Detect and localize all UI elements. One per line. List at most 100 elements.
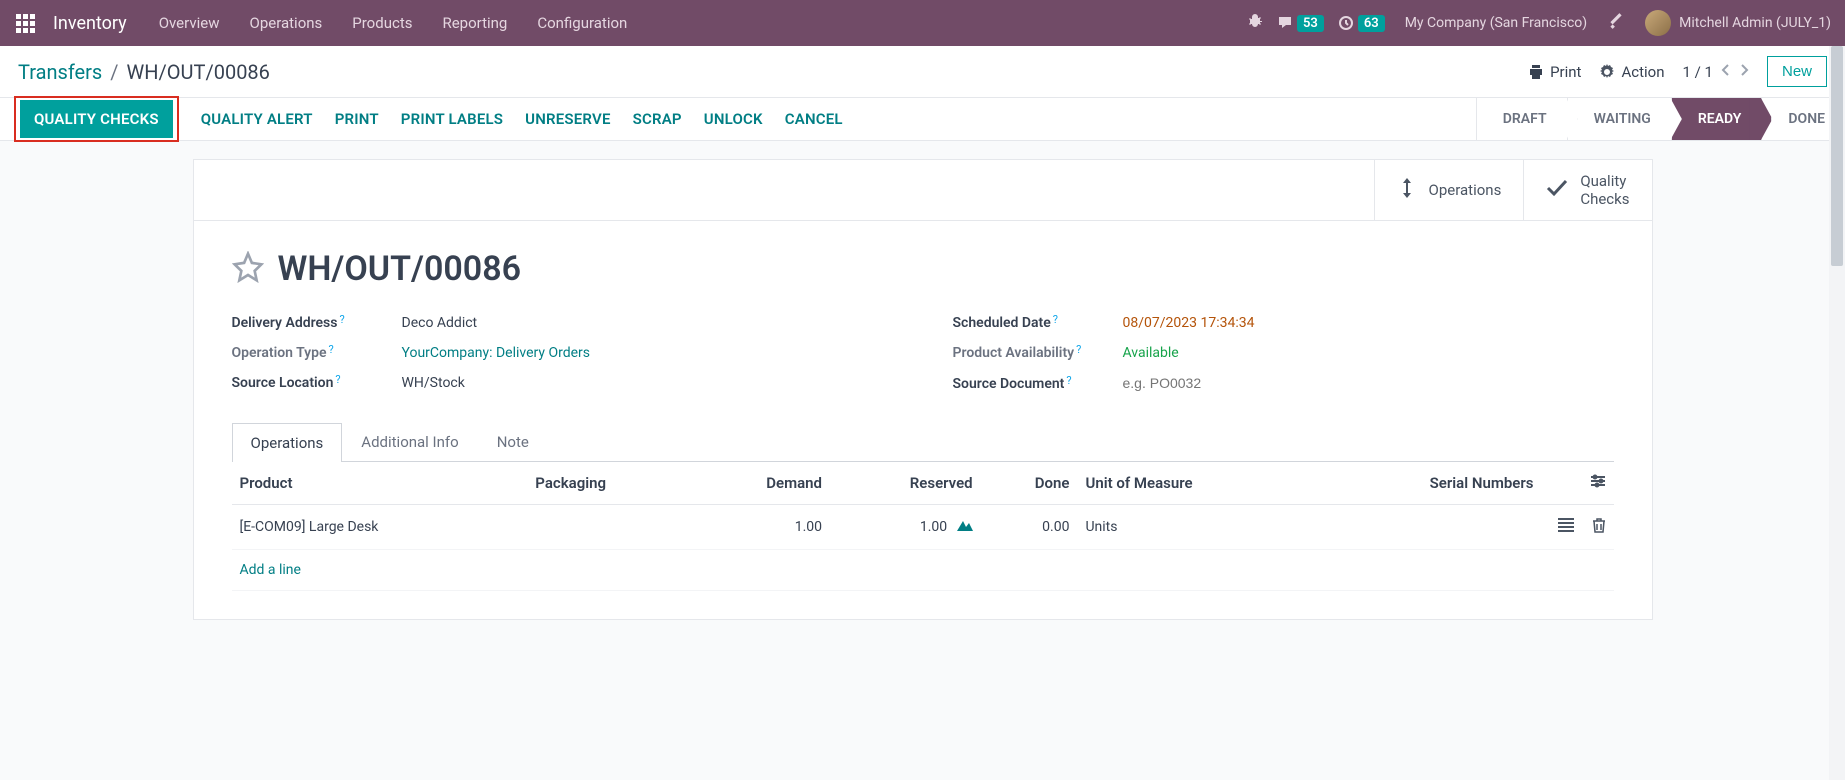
new-button[interactable]: New	[1767, 56, 1827, 87]
pager-next[interactable]	[1739, 63, 1749, 81]
print-action-button[interactable]: PRINT	[335, 100, 379, 138]
breadcrumb: Transfers / WH/OUT/00086	[18, 60, 270, 84]
value-source-document[interactable]	[1123, 375, 1323, 391]
app-title[interactable]: Inventory	[47, 13, 141, 34]
label-operation-type: Operation Type?	[232, 345, 402, 361]
user-name: Mitchell Admin (JULY_1)	[1679, 15, 1831, 31]
help-icon[interactable]: ?	[1066, 374, 1071, 387]
activities-badge: 63	[1358, 15, 1385, 32]
status-waiting[interactable]: WAITING	[1567, 98, 1671, 140]
th-reserved[interactable]: Reserved	[830, 462, 981, 505]
cell-uom[interactable]: Units	[1077, 505, 1312, 550]
record-title: WH/OUT/00086	[278, 249, 522, 289]
print-button[interactable]: Print	[1528, 63, 1581, 81]
cancel-button[interactable]: CANCEL	[785, 100, 843, 138]
detailed-ops-icon[interactable]	[1558, 520, 1574, 536]
label-scheduled-date: Scheduled Date?	[953, 315, 1123, 331]
label-product-availability: Product Availability?	[953, 345, 1123, 361]
help-icon[interactable]: ?	[339, 313, 344, 326]
add-line[interactable]: Add a line	[240, 562, 301, 578]
cell-demand[interactable]: 1.00	[693, 505, 830, 550]
help-icon[interactable]: ?	[335, 373, 340, 386]
nav-overview[interactable]: Overview	[145, 2, 234, 44]
nav-products[interactable]: Products	[338, 2, 426, 44]
star-icon[interactable]	[232, 251, 264, 287]
tools-icon[interactable]	[1607, 12, 1625, 34]
action-bar: QUALITY CHECKS QUALITY ALERT PRINT PRINT…	[0, 97, 1845, 141]
tab-additional-info[interactable]: Additional Info	[342, 422, 477, 461]
status-bar: DRAFT WAITING READY DONE	[1476, 98, 1845, 140]
th-product[interactable]: Product	[232, 462, 528, 505]
value-operation-type[interactable]: YourCompany: Delivery Orders	[402, 345, 591, 361]
nav-configuration[interactable]: Configuration	[523, 2, 641, 44]
value-scheduled-date[interactable]: 08/07/2023 17:34:34	[1123, 315, 1255, 331]
status-draft[interactable]: DRAFT	[1476, 98, 1567, 140]
label-source-document: Source Document?	[953, 376, 1123, 392]
print-labels-button[interactable]: PRINT LABELS	[401, 100, 503, 138]
sliders-icon	[1590, 474, 1606, 488]
apps-icon[interactable]	[8, 6, 43, 41]
messages-icon	[1277, 15, 1293, 31]
value-source-location[interactable]: WH/Stock	[402, 375, 465, 391]
th-done[interactable]: Done	[981, 462, 1078, 505]
messages-button[interactable]: 53	[1277, 15, 1324, 32]
activities-button[interactable]: 63	[1338, 15, 1385, 32]
delete-icon[interactable]	[1592, 521, 1606, 537]
pager-prev[interactable]	[1721, 63, 1731, 81]
pager: 1 / 1	[1682, 63, 1749, 81]
th-settings[interactable]	[1582, 462, 1614, 505]
help-icon[interactable]: ?	[1076, 343, 1081, 356]
check-icon	[1546, 178, 1568, 202]
company-switcher[interactable]: My Company (San Francisco)	[1399, 15, 1593, 31]
messages-badge: 53	[1297, 15, 1324, 32]
clock-icon	[1338, 15, 1354, 31]
scrollbar-thumb[interactable]	[1831, 46, 1843, 266]
th-serial[interactable]: Serial Numbers	[1313, 462, 1542, 505]
stat-operations[interactable]: Operations	[1374, 160, 1524, 220]
stat-quality-checks[interactable]: Quality Checks	[1523, 160, 1651, 220]
unlock-button[interactable]: UNLOCK	[704, 100, 763, 138]
label-source-location: Source Location?	[232, 375, 402, 391]
form-sheet: Operations Quality Checks WH/OUT/00086 D	[193, 159, 1653, 620]
value-product-availability: Available	[1123, 345, 1179, 361]
tab-note[interactable]: Note	[478, 422, 548, 461]
scrollbar[interactable]	[1829, 46, 1845, 780]
quality-alert-button[interactable]: QUALITY ALERT	[201, 100, 313, 138]
avatar	[1645, 10, 1671, 36]
th-uom[interactable]: Unit of Measure	[1077, 462, 1312, 505]
cell-reserved[interactable]: 1.00	[830, 505, 981, 550]
breadcrumb-root[interactable]: Transfers	[18, 60, 102, 84]
company-name: My Company (San Francisco)	[1405, 15, 1587, 31]
action-button[interactable]: Action	[1599, 63, 1664, 81]
status-ready[interactable]: READY	[1671, 98, 1762, 140]
nav-operations[interactable]: Operations	[236, 2, 337, 44]
pager-value[interactable]: 1 / 1	[1682, 63, 1713, 81]
breadcrumb-current: WH/OUT/00086	[127, 60, 270, 84]
arrows-vertical-icon	[1397, 176, 1417, 205]
cell-product[interactable]: [E-COM09] Large Desk	[232, 505, 528, 550]
cell-done[interactable]: 0.00	[981, 505, 1078, 550]
tabs: Operations Additional Info Note	[232, 422, 1614, 462]
value-delivery-address[interactable]: Deco Addict	[402, 315, 478, 331]
help-icon[interactable]: ?	[1053, 313, 1058, 326]
lines-table: Product Packaging Demand Reserved Done U…	[232, 462, 1614, 591]
cell-packaging[interactable]	[527, 505, 693, 550]
th-demand[interactable]: Demand	[693, 462, 830, 505]
help-icon[interactable]: ?	[329, 343, 334, 356]
highlight-quality-checks: QUALITY CHECKS	[14, 96, 179, 142]
table-row[interactable]: [E-COM09] Large Desk 1.00 1.00 0.00 Unit…	[232, 505, 1614, 550]
printer-icon	[1528, 64, 1544, 80]
nav-reporting[interactable]: Reporting	[428, 2, 521, 44]
unreserve-button[interactable]: UNRESERVE	[525, 100, 610, 138]
user-menu[interactable]: Mitchell Admin (JULY_1)	[1639, 10, 1837, 36]
th-packaging[interactable]: Packaging	[527, 462, 693, 505]
bug-icon[interactable]	[1247, 13, 1263, 33]
top-navbar: Inventory Overview Operations Products R…	[0, 0, 1845, 46]
scrap-button[interactable]: SCRAP	[633, 100, 682, 138]
breadcrumb-sep: /	[110, 60, 118, 84]
label-delivery-address: Delivery Address?	[232, 315, 402, 331]
gear-icon	[1599, 64, 1615, 80]
forecast-icon[interactable]	[957, 519, 973, 535]
tab-operations[interactable]: Operations	[232, 423, 343, 462]
quality-checks-button[interactable]: QUALITY CHECKS	[20, 100, 173, 138]
